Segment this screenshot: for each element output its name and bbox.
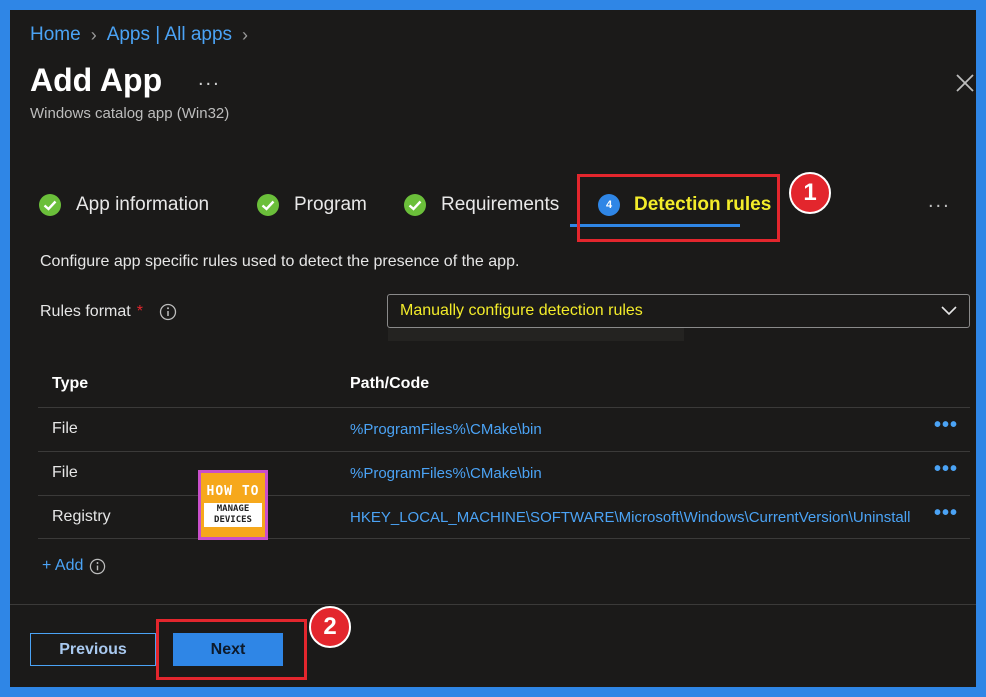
cell-type: Registry (52, 508, 111, 525)
logo-text-top: HOW TO (206, 483, 260, 499)
add-app-panel: Home › Apps | All apps › Add App ... Win… (10, 10, 976, 687)
add-rule-label: + Add (42, 557, 84, 574)
rules-format-label-text: Rules format (40, 303, 131, 320)
rules-format-label: Rules format * (40, 303, 177, 321)
chevron-right-icon: › (90, 24, 97, 45)
chevron-down-icon (941, 306, 957, 316)
close-icon[interactable] (954, 68, 976, 98)
add-rule-link[interactable]: + Add (42, 557, 106, 575)
dropdown-selected-value: Manually configure detection rules (400, 302, 643, 319)
tab-label: App information (76, 194, 210, 215)
row-more-icon[interactable]: ••• (934, 502, 958, 525)
footer-divider (10, 604, 976, 605)
logo-text-bottom: MANAGE DEVICES (204, 502, 262, 527)
breadcrumb: Home › Apps | All apps › (30, 24, 258, 46)
check-circle-icon (257, 194, 279, 216)
more-tabs-icon[interactable]: ... (928, 190, 951, 213)
breadcrumb-apps[interactable]: Apps | All apps (107, 24, 232, 46)
watermark-logo: HOW TO MANAGE DEVICES (198, 470, 268, 540)
cell-path[interactable]: HKEY_LOCAL_MACHINE\SOFTWARE\Microsoft\Wi… (350, 509, 918, 526)
cell-path[interactable]: %ProgramFiles%\CMake\bin (350, 465, 918, 482)
cell-type: File (52, 464, 78, 481)
check-circle-icon (39, 194, 61, 216)
tab-requirements[interactable]: Requirements (403, 190, 559, 220)
table-row[interactable]: File %ProgramFiles%\CMake\bin ••• (38, 451, 970, 495)
callout-badge: 2 (309, 606, 351, 648)
row-more-icon[interactable]: ••• (934, 414, 958, 437)
info-icon[interactable] (89, 558, 106, 575)
cell-type: File (52, 420, 78, 437)
check-circle-icon (404, 194, 426, 216)
table-row[interactable]: File %ProgramFiles%\CMake\bin ••• (38, 407, 970, 451)
tab-label: Program (294, 194, 367, 215)
row-more-icon[interactable]: ••• (934, 458, 958, 481)
highlight-box (577, 174, 780, 242)
chevron-right-icon: › (242, 24, 249, 45)
table-row[interactable]: Registry HKEY_LOCAL_MACHINE\SOFTWARE\Mic… (38, 495, 970, 539)
column-header-type: Type (52, 375, 89, 392)
previous-button[interactable]: Previous (30, 633, 156, 666)
cell-path[interactable]: %ProgramFiles%\CMake\bin (350, 421, 918, 438)
callout-badge: 1 (789, 172, 831, 214)
info-icon[interactable] (159, 303, 177, 321)
breadcrumb-home[interactable]: Home (30, 24, 81, 46)
rules-format-dropdown[interactable]: Manually configure detection rules (387, 294, 970, 328)
page-title: Add App (30, 62, 163, 98)
column-header-path: Path/Code (350, 375, 430, 392)
page-subtitle: Windows catalog app (Win32) (30, 105, 230, 122)
required-marker: * (136, 303, 143, 320)
highlight-box (156, 619, 307, 680)
description-text: Configure app specific rules used to det… (40, 253, 520, 270)
tab-label: Requirements (441, 194, 560, 215)
tab-program[interactable]: Program (256, 190, 367, 220)
more-options-icon[interactable]: ... (198, 68, 221, 91)
tab-app-information[interactable]: App information (38, 190, 209, 220)
